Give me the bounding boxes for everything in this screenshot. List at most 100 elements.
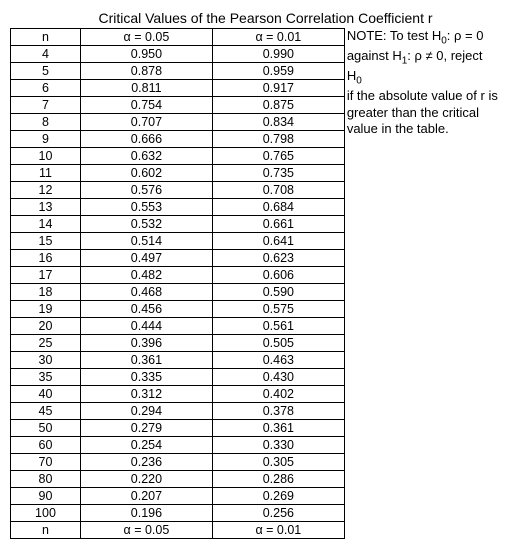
cell-a01: 0.402 [212,386,344,403]
cell-a05: 0.361 [80,352,212,369]
cell-a01: 0.269 [212,488,344,505]
cell-a05: 0.236 [80,454,212,471]
table-footer-row: n α = 0.05 α = 0.01 [11,522,345,539]
header-n: n [11,29,81,46]
cell-n: 8 [11,114,81,131]
cell-n: 19 [11,301,81,318]
cell-n: 15 [11,233,81,250]
cell-n: 90 [11,488,81,505]
cell-a01: 0.590 [212,284,344,301]
cell-a05: 0.482 [80,267,212,284]
cell-n: 40 [11,386,81,403]
table-row: 90.6660.798 [11,131,345,148]
cell-a05: 0.254 [80,437,212,454]
cell-a01: 0.917 [212,80,344,97]
cell-a01: 0.641 [212,233,344,250]
table-row: 150.5140.641 [11,233,345,250]
cell-a01: 0.606 [212,267,344,284]
cell-a01: 0.463 [212,352,344,369]
table-row: 450.2940.378 [11,403,345,420]
table-row: 500.2790.361 [11,420,345,437]
cell-n: 5 [11,63,81,80]
table-row: 70.7540.875 [11,97,345,114]
cell-a01: 0.286 [212,471,344,488]
table-row: 200.4440.561 [11,318,345,335]
cell-a01: 0.765 [212,148,344,165]
table-header-row: n α = 0.05 α = 0.01 [11,29,345,46]
note-text: NOTE: To test H0: ρ = 0 against H1: ρ ≠ … [345,28,501,137]
table-row: 900.2070.269 [11,488,345,505]
table-row: 180.4680.590 [11,284,345,301]
table-row: 130.5530.684 [11,199,345,216]
cell-a05: 0.632 [80,148,212,165]
cell-a05: 0.456 [80,301,212,318]
cell-a05: 0.279 [80,420,212,437]
cell-a01: 0.305 [212,454,344,471]
cell-n: 100 [11,505,81,522]
footer-a01: α = 0.01 [212,522,344,539]
cell-a01: 0.505 [212,335,344,352]
table-row: 50.8780.959 [11,63,345,80]
table-row: 400.3120.402 [11,386,345,403]
cell-a01: 0.561 [212,318,344,335]
page-title: Critical Values of the Pearson Correlati… [10,10,501,26]
cell-a05: 0.754 [80,97,212,114]
cell-a05: 0.444 [80,318,212,335]
table-row: 160.4970.623 [11,250,345,267]
table-row: 600.2540.330 [11,437,345,454]
cell-n: 50 [11,420,81,437]
critical-values-table: n α = 0.05 α = 0.01 40.9500.99050.8780.9… [10,28,345,539]
cell-n: 14 [11,216,81,233]
table-row: 80.7070.834 [11,114,345,131]
cell-a05: 0.207 [80,488,212,505]
header-a05: α = 0.05 [80,29,212,46]
cell-a05: 0.532 [80,216,212,233]
cell-a05: 0.811 [80,80,212,97]
cell-a05: 0.335 [80,369,212,386]
cell-a01: 0.623 [212,250,344,267]
table-row: 40.9500.990 [11,46,345,63]
table-row: 700.2360.305 [11,454,345,471]
cell-a05: 0.950 [80,46,212,63]
cell-a01: 0.575 [212,301,344,318]
cell-a05: 0.878 [80,63,212,80]
cell-a01: 0.798 [212,131,344,148]
cell-a01: 0.875 [212,97,344,114]
cell-a05: 0.602 [80,165,212,182]
cell-n: 4 [11,46,81,63]
cell-a01: 0.708 [212,182,344,199]
table-row: 300.3610.463 [11,352,345,369]
cell-n: 9 [11,131,81,148]
table-row: 350.3350.430 [11,369,345,386]
cell-a01: 0.684 [212,199,344,216]
cell-n: 10 [11,148,81,165]
cell-a05: 0.497 [80,250,212,267]
table-row: 250.3960.505 [11,335,345,352]
cell-n: 16 [11,250,81,267]
cell-n: 20 [11,318,81,335]
cell-n: 7 [11,97,81,114]
cell-a01: 0.735 [212,165,344,182]
cell-n: 25 [11,335,81,352]
table-row: 190.4560.575 [11,301,345,318]
cell-n: 70 [11,454,81,471]
cell-n: 11 [11,165,81,182]
cell-a01: 0.361 [212,420,344,437]
cell-a05: 0.666 [80,131,212,148]
cell-n: 12 [11,182,81,199]
cell-n: 18 [11,284,81,301]
table-row: 1000.1960.256 [11,505,345,522]
header-a01: α = 0.01 [212,29,344,46]
cell-a01: 0.378 [212,403,344,420]
cell-a05: 0.514 [80,233,212,250]
cell-a05: 0.396 [80,335,212,352]
cell-n: 6 [11,80,81,97]
cell-a05: 0.707 [80,114,212,131]
cell-a05: 0.220 [80,471,212,488]
table-row: 120.5760.708 [11,182,345,199]
cell-a01: 0.990 [212,46,344,63]
footer-a05: α = 0.05 [80,522,212,539]
cell-a01: 0.661 [212,216,344,233]
cell-n: 60 [11,437,81,454]
table-row: 170.4820.606 [11,267,345,284]
